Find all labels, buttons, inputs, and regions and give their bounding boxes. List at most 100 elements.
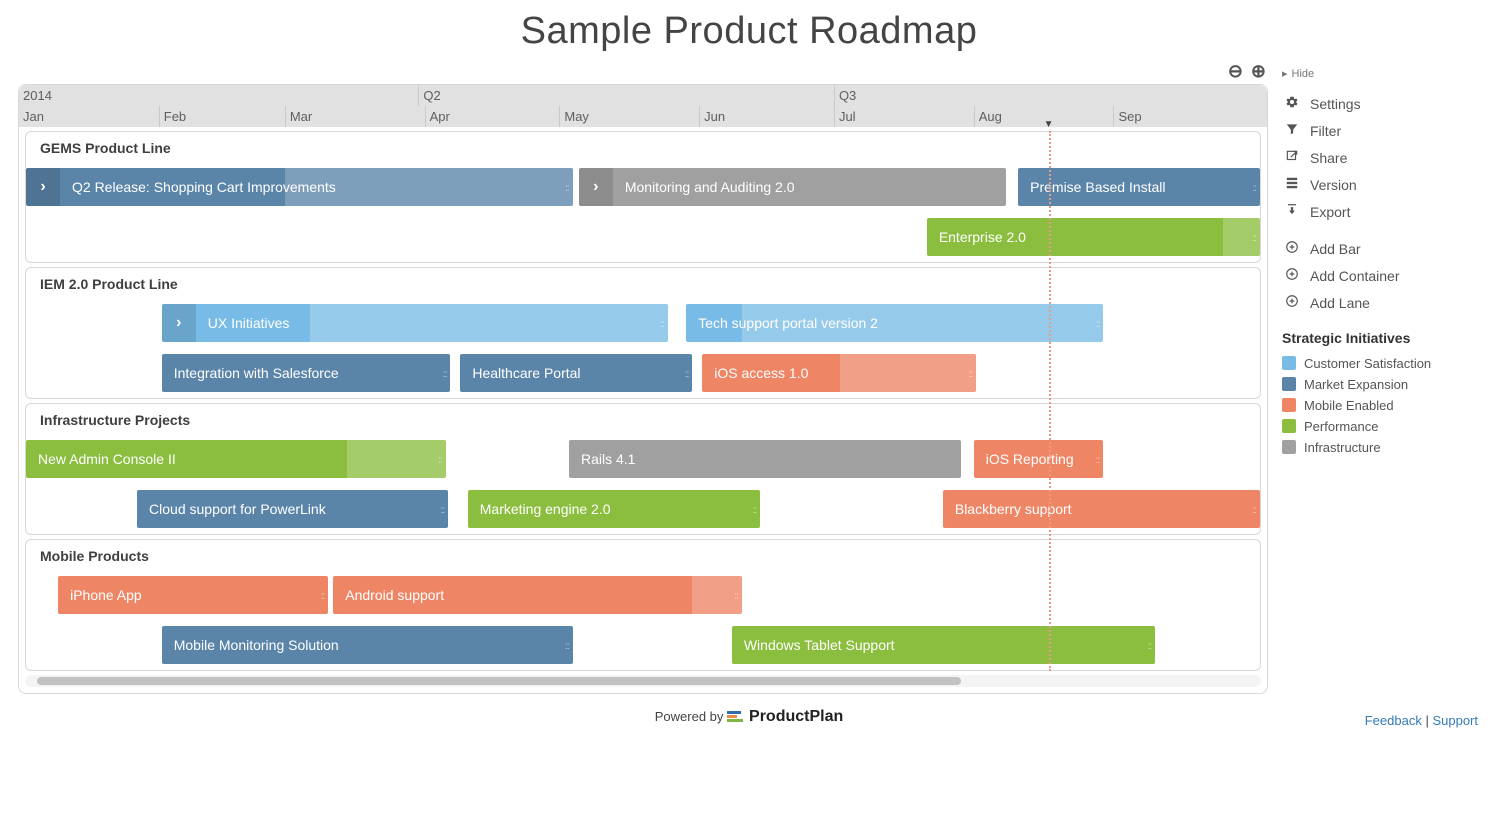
sidebar: ▸ Hide SettingsFilterShareVersionExport … (1268, 61, 1480, 694)
drag-handle-icon[interactable]: :: (753, 492, 757, 528)
timeline-month: Aug (974, 106, 1002, 127)
expand-chevron-icon[interactable]: › (26, 168, 60, 206)
roadmap-bar[interactable]: Premise Based Install:: (1018, 168, 1260, 206)
drag-handle-icon[interactable]: :: (443, 356, 447, 392)
bar-progress-shade (310, 304, 668, 342)
bar-label: Cloud support for PowerLink (149, 501, 326, 517)
roadmap-bar[interactable]: › Monitoring and Auditing 2.0 (579, 168, 1006, 206)
roadmap-bar[interactable]: Rails 4.1 (569, 440, 961, 478)
lane-title: GEMS Product Line (26, 132, 1260, 162)
roadmap-bar[interactable]: Android support:: (333, 576, 741, 614)
menu-item-export[interactable]: Export (1282, 198, 1480, 225)
expand-chevron-icon[interactable]: › (162, 304, 196, 342)
timeline-quarter: Q2 (418, 85, 440, 106)
support-link[interactable]: Support (1432, 713, 1478, 728)
roadmap-bar[interactable]: Mobile Monitoring Solution:: (162, 626, 573, 664)
plus-circle-icon (1284, 267, 1300, 284)
timeline-month: Sep (1113, 106, 1141, 127)
bar-label: iOS Reporting (986, 451, 1074, 467)
powered-by-label: Powered by (655, 709, 724, 724)
drag-handle-icon[interactable]: :: (1252, 220, 1256, 256)
bar-label: Windows Tablet Support (744, 637, 895, 653)
legend-swatch (1282, 377, 1296, 391)
legend-item[interactable]: Market Expansion (1282, 374, 1480, 395)
roadmap-bar[interactable]: ›Q2 Release: Shopping Cart Improvements:… (26, 168, 573, 206)
drag-handle-icon[interactable]: :: (969, 356, 973, 392)
menu-label: Add Container (1310, 268, 1400, 284)
drag-handle-icon[interactable]: :: (1096, 442, 1100, 478)
hide-label: Hide (1292, 68, 1315, 80)
menu-item-add-lane[interactable]: Add Lane (1282, 289, 1480, 316)
legend-item[interactable]: Mobile Enabled (1282, 395, 1480, 416)
drag-handle-icon[interactable]: :: (660, 306, 664, 342)
lane-row: Mobile Monitoring Solution::Windows Tabl… (26, 620, 1260, 670)
horizontal-scrollbar[interactable] (25, 675, 1261, 687)
menu-item-filter[interactable]: Filter (1282, 117, 1480, 144)
drag-handle-icon[interactable]: :: (565, 170, 569, 206)
menu-item-share[interactable]: Share (1282, 144, 1480, 171)
legend-label: Market Expansion (1304, 377, 1408, 392)
legend-label: Customer Satisfaction (1304, 356, 1431, 371)
roadmap-bar[interactable]: iPhone App:: (58, 576, 328, 614)
legend-item[interactable]: Performance (1282, 416, 1480, 437)
roadmap-bar[interactable]: Blackberry support:: (943, 490, 1260, 528)
page-title: Sample Product Roadmap (0, 0, 1498, 61)
menu-item-add-bar[interactable]: Add Bar (1282, 235, 1480, 262)
legend-title: Strategic Initiatives (1282, 330, 1480, 347)
roadmap-bar[interactable]: New Admin Console II:: (26, 440, 446, 478)
menu-item-settings[interactable]: Settings (1282, 90, 1480, 117)
timeline-month: Feb (159, 106, 186, 127)
roadmap-bar[interactable]: iOS Reporting:: (974, 440, 1104, 478)
footer: Powered by ProductPlan Feedback | Suppor… (0, 702, 1498, 736)
drag-handle-icon[interactable]: :: (1096, 306, 1100, 342)
legend-label: Infrastructure (1304, 440, 1381, 455)
drag-handle-icon[interactable]: :: (1252, 492, 1256, 528)
roadmap-bar[interactable]: ›UX Initiatives:: (162, 304, 668, 342)
roadmap-bar[interactable]: Integration with Salesforce:: (162, 354, 451, 392)
timeline-month: Jan (19, 106, 44, 127)
legend-swatch (1282, 440, 1296, 454)
drag-handle-icon[interactable]: :: (565, 628, 569, 664)
menu-item-add-container[interactable]: Add Container (1282, 262, 1480, 289)
hide-sidebar-button[interactable]: ▸ Hide (1282, 67, 1480, 80)
roadmap-bar[interactable]: Windows Tablet Support:: (732, 626, 1155, 664)
legend-label: Mobile Enabled (1304, 398, 1394, 413)
bar-label: Premise Based Install (1030, 179, 1165, 195)
bar-progress-shade (742, 304, 1104, 342)
roadmap-bar[interactable]: Cloud support for PowerLink:: (137, 490, 448, 528)
bar-label: Rails 4.1 (581, 451, 635, 467)
legend-item[interactable]: Infrastructure (1282, 437, 1480, 458)
lane-row: ›Q2 Release: Shopping Cart Improvements:… (26, 162, 1260, 212)
drag-handle-icon[interactable]: :: (685, 356, 689, 392)
drag-handle-icon[interactable]: :: (321, 578, 325, 614)
timeline-month: Apr (425, 106, 450, 127)
menu-label: Filter (1310, 123, 1341, 139)
bar-label: Android support (345, 587, 444, 603)
zoom-in-button[interactable]: ⊕ (1251, 61, 1266, 81)
drag-handle-icon[interactable]: :: (1252, 170, 1256, 206)
roadmap-bar[interactable]: Enterprise 2.0:: (927, 218, 1260, 256)
roadmap-bar[interactable]: iOS access 1.0:: (702, 354, 976, 392)
bar-progress-shade (285, 168, 573, 206)
expand-chevron-icon[interactable]: › (579, 168, 613, 206)
bar-progress-shade (840, 354, 976, 392)
drag-handle-icon[interactable]: :: (440, 492, 444, 528)
drag-handle-icon[interactable]: :: (1148, 628, 1152, 664)
timeline-month: May (559, 106, 589, 127)
plus-circle-icon (1284, 240, 1300, 257)
menu-label: Add Lane (1310, 295, 1370, 311)
feedback-link[interactable]: Feedback (1365, 713, 1422, 728)
zoom-out-button[interactable]: ⊖ (1228, 61, 1243, 81)
chevron-right-icon: ▸ (1282, 67, 1288, 80)
drag-handle-icon[interactable]: :: (734, 578, 738, 614)
brand-name: ProductPlan (749, 708, 843, 725)
drag-handle-icon[interactable]: :: (438, 442, 442, 478)
legend-item[interactable]: Customer Satisfaction (1282, 353, 1480, 374)
share-icon (1284, 149, 1300, 166)
menu-item-version[interactable]: Version (1282, 171, 1480, 198)
roadmap-bar[interactable]: Healthcare Portal:: (460, 354, 692, 392)
roadmap-bar[interactable]: Marketing engine 2.0:: (468, 490, 760, 528)
roadmap-bar[interactable]: Tech support portal version 2:: (686, 304, 1103, 342)
bar-label: Monitoring and Auditing 2.0 (625, 179, 795, 195)
gear-icon (1284, 95, 1300, 112)
